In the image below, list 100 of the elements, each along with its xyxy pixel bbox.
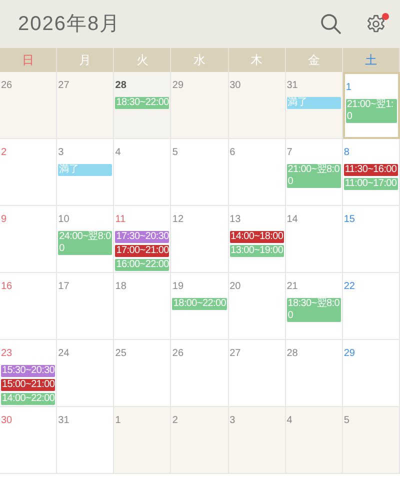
day-cell[interactable]: 23 15:30~20:30 15:00~21:00 14:00~22:00 bbox=[0, 340, 58, 407]
day-cell[interactable]: 22 bbox=[342, 273, 400, 340]
day-number: 5 bbox=[171, 146, 179, 159]
day-cell[interactable]: 13 14:00~18:00 13:00~19:00 bbox=[228, 206, 286, 273]
day-cell[interactable]: 27 bbox=[57, 72, 114, 139]
day-number: 27 bbox=[57, 79, 70, 92]
day-number: 21 bbox=[286, 280, 299, 293]
day-number: 28 bbox=[114, 79, 128, 92]
event-label[interactable]: 17:30~20:30 bbox=[115, 231, 170, 243]
day-number: 31 bbox=[57, 414, 70, 427]
day-number: 17 bbox=[57, 280, 70, 293]
day-cell[interactable]: 1 bbox=[114, 407, 172, 474]
day-cell[interactable]: 29 bbox=[342, 340, 400, 407]
settings-icon bbox=[366, 14, 386, 34]
event-label[interactable]: 18:30~22:00 bbox=[115, 97, 170, 109]
day-number: 25 bbox=[114, 347, 128, 360]
day-cell[interactable]: 2 bbox=[171, 407, 229, 474]
day-cell[interactable]: 14 bbox=[286, 206, 343, 273]
day-cell[interactable]: 10 24:00~翌8:00 bbox=[57, 206, 114, 273]
event-label[interactable]: 24:00~翌8:00 bbox=[58, 231, 112, 255]
event-label[interactable]: 15:30~20:30 bbox=[1, 365, 56, 377]
event-label[interactable]: 21:00~翌1:0 bbox=[346, 99, 397, 123]
day-number: 26 bbox=[171, 347, 185, 360]
day-cell[interactable]: 31 bbox=[57, 407, 114, 474]
day-cell[interactable]: 28 bbox=[286, 340, 343, 407]
day-number: 7 bbox=[286, 146, 294, 159]
day-cell[interactable]: 17 bbox=[57, 273, 114, 340]
day-cell[interactable]: 26 bbox=[0, 72, 58, 139]
day-number: 15 bbox=[342, 213, 356, 226]
day-number: 1 bbox=[114, 414, 122, 427]
day-number: 3 bbox=[57, 146, 65, 159]
day-cell[interactable]: 30 bbox=[0, 407, 58, 474]
day-cell[interactable]: 5 bbox=[342, 407, 400, 474]
day-cell[interactable]: 8 11:30~16:00 11:00~17:00 bbox=[342, 139, 400, 206]
day-cell[interactable]: 21 18:30~翌8:00 bbox=[286, 273, 343, 340]
day-cell[interactable]: 6 bbox=[228, 139, 286, 206]
day-cell[interactable]: 3 bbox=[228, 407, 286, 474]
day-cell[interactable]: 18 bbox=[114, 273, 172, 340]
day-cell[interactable]: 3 満了 bbox=[57, 139, 114, 206]
day-number: 28 bbox=[286, 347, 299, 360]
day-number: 30 bbox=[0, 414, 14, 427]
day-cell[interactable]: 15 bbox=[342, 206, 400, 273]
day-number: 8 bbox=[342, 146, 350, 159]
day-cell[interactable]: 9 bbox=[0, 206, 58, 273]
event-label[interactable]: 17:00~21:00 bbox=[115, 245, 170, 257]
day-cell[interactable]: 1 21:00~翌1:0 bbox=[342, 72, 400, 139]
event-label[interactable]: 15:00~21:00 bbox=[1, 379, 56, 391]
day-number: 5 bbox=[342, 414, 350, 427]
day-number: 2 bbox=[0, 146, 8, 159]
search-button[interactable] bbox=[320, 13, 342, 35]
day-cell[interactable]: 30 bbox=[228, 72, 286, 139]
day-cell[interactable]: 7 21:00~翌8:00 bbox=[286, 139, 343, 206]
day-number: 4 bbox=[286, 414, 294, 427]
day-number: 29 bbox=[342, 347, 356, 360]
day-number: 6 bbox=[228, 146, 236, 159]
day-cell[interactable]: 26 bbox=[171, 340, 229, 407]
day-cell[interactable]: 24 bbox=[57, 340, 114, 407]
day-cell[interactable]: 25 bbox=[114, 340, 172, 407]
day-cell[interactable]: 4 bbox=[114, 139, 172, 206]
day-number: 4 bbox=[114, 146, 122, 159]
event-label[interactable]: 16:00~22:00 bbox=[115, 259, 170, 271]
search-icon bbox=[320, 13, 342, 35]
event-label[interactable]: 13:00~19:00 bbox=[230, 245, 284, 257]
event-label[interactable]: 11:00~17:00 bbox=[344, 178, 398, 190]
day-number: 30 bbox=[228, 79, 242, 92]
day-number: 9 bbox=[0, 213, 8, 226]
event-label[interactable]: 11:30~16:00 bbox=[344, 164, 398, 176]
day-cell[interactable]: 31 満了 bbox=[286, 72, 343, 139]
settings-button[interactable] bbox=[366, 14, 386, 34]
day-cell[interactable]: 28 18:30~22:00 bbox=[114, 72, 172, 139]
day-cell[interactable]: 2 bbox=[0, 139, 58, 206]
day-number: 31 bbox=[286, 79, 299, 92]
day-cell[interactable]: 19 18:00~22:00 bbox=[171, 273, 229, 340]
day-number: 14 bbox=[286, 213, 299, 226]
day-number: 13 bbox=[228, 213, 242, 226]
day-cell[interactable]: 11 17:30~20:30 17:00~21:00 16:00~22:00 bbox=[114, 206, 172, 273]
event-label[interactable]: 14:00~22:00 bbox=[1, 393, 56, 405]
day-cell[interactable]: 4 bbox=[286, 407, 343, 474]
event-label[interactable]: 18:00~22:00 bbox=[172, 298, 227, 310]
day-number: 26 bbox=[0, 79, 14, 92]
day-cell[interactable]: 16 bbox=[0, 273, 58, 340]
event-label[interactable]: 14:00~18:00 bbox=[230, 231, 284, 243]
event-label[interactable]: 21:00~翌8:00 bbox=[286, 164, 341, 188]
day-number: 23 bbox=[0, 347, 14, 360]
day-number: 27 bbox=[228, 347, 242, 360]
day-number: 2 bbox=[171, 414, 179, 427]
day-cell[interactable]: 20 bbox=[228, 273, 286, 340]
day-cell[interactable]: 29 bbox=[171, 72, 229, 139]
day-number: 22 bbox=[342, 280, 356, 293]
day-cell[interactable]: 5 bbox=[171, 139, 229, 206]
day-number: 3 bbox=[228, 414, 236, 427]
day-number: 24 bbox=[57, 347, 70, 360]
day-number: 11 bbox=[114, 213, 127, 226]
day-number: 16 bbox=[0, 280, 14, 293]
day-number: 12 bbox=[171, 213, 185, 226]
day-cell[interactable]: 27 bbox=[228, 340, 286, 407]
day-cell[interactable]: 12 bbox=[171, 206, 229, 273]
day-number: 20 bbox=[228, 280, 242, 293]
day-number: 10 bbox=[57, 213, 70, 226]
event-label[interactable]: 18:30~翌8:00 bbox=[286, 298, 341, 322]
